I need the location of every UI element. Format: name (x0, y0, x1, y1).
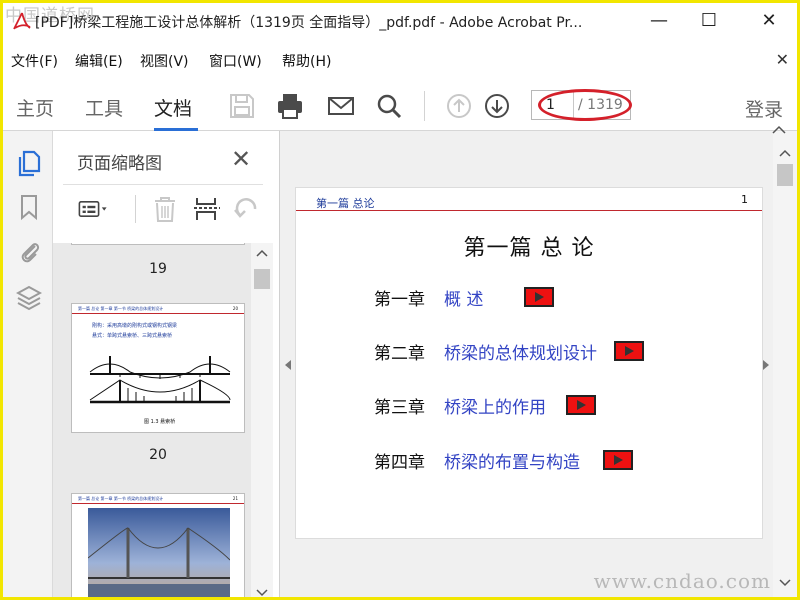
thumbnail-label-19: 19 (149, 261, 167, 277)
chapter-link[interactable]: 桥梁上的作用 (444, 393, 546, 418)
tab-home[interactable]: 主页 (16, 94, 54, 121)
maximize-button[interactable]: ☐ (689, 7, 729, 35)
menu-bar: 文件(F) 编辑(E) 视图(V) 窗口(W) 帮助(H) ✕ (3, 50, 797, 75)
thumbnail-label-20: 20 (149, 447, 167, 463)
chapter-play-button[interactable] (524, 287, 554, 307)
mail-icon[interactable] (326, 91, 356, 121)
thumb-21-number: 21 (232, 496, 238, 501)
document-scroll-thumb[interactable] (777, 164, 793, 186)
layers-icon[interactable] (16, 283, 42, 311)
highlight-ellipse (538, 89, 632, 121)
title-bar: 中国道桥网 [PDF]桥梁工程施工设计总体解析（1319页 全面指导）_pdf.… (3, 3, 797, 39)
save-icon[interactable] (227, 91, 257, 121)
collapse-left-panel-icon[interactable] (284, 359, 292, 371)
page-up-icon[interactable] (444, 91, 474, 121)
chapter-link[interactable]: 桥梁的布置与构造 (444, 448, 580, 473)
expand-right-panel-icon[interactable] (762, 359, 770, 371)
menu-window[interactable]: 窗口(W) (209, 51, 262, 71)
bridge-photo (88, 508, 230, 597)
chapter-number: 第二章 (374, 344, 425, 364)
thumbnail-options-icon[interactable] (77, 195, 109, 223)
extract-page-icon[interactable] (191, 195, 223, 223)
chapter-number: 第四章 (374, 453, 425, 473)
page-down-icon[interactable] (482, 91, 512, 121)
thumb-20-line2: 悬式：单跨式悬索桥、三跨式悬索桥 (92, 333, 173, 339)
attachment-icon[interactable] (16, 237, 42, 265)
app-window: 中国道桥网 [PDF]桥梁工程施工设计总体解析（1319页 全面指导）_pdf.… (0, 0, 800, 600)
toolbar-divider (424, 91, 425, 121)
close-button[interactable]: ✕ (749, 7, 789, 35)
part-title: 第一篇 总 论 (463, 236, 595, 261)
page-number: 1 (741, 193, 748, 206)
navigation-rail (3, 131, 53, 597)
chapter-play-button[interactable] (566, 395, 596, 415)
panel-tool-divider (135, 195, 136, 223)
toolbar-collapse-icon[interactable] (772, 125, 786, 135)
doc-scroll-down-icon[interactable] (779, 579, 791, 587)
thumbnail-scrollbar[interactable] (251, 243, 273, 597)
chapter-play-button[interactable] (614, 341, 644, 361)
bookmark-icon[interactable] (16, 193, 42, 221)
thumbnail-list[interactable]: 19 第一篇 总论 第一章 第一节 桥梁的总体规划设计 20 刚构：采用高墩的刚… (53, 243, 251, 597)
window-title: [PDF]桥梁工程施工设计总体解析（1319页 全面指导）_pdf.pdf - … (35, 15, 583, 31)
thumbnail-page-19[interactable] (71, 243, 245, 245)
chapter-link[interactable]: 概 述 (444, 285, 483, 310)
menu-help[interactable]: 帮助(H) (282, 51, 331, 71)
doc-scroll-up-icon[interactable] (779, 149, 791, 157)
tab-tools[interactable]: 工具 (85, 94, 123, 121)
toolbar: 主页 工具 文档 1 / 1319 登录 (3, 81, 797, 131)
menu-view[interactable]: 视图(V) (140, 51, 189, 71)
scroll-down-icon[interactable] (256, 589, 268, 597)
chapter-link[interactable]: 桥梁的总体规划设计 (444, 339, 597, 364)
bridge-diagram (89, 356, 231, 404)
menu-edit[interactable]: 编辑(E) (75, 51, 123, 71)
menu-file[interactable]: 文件(F) (11, 51, 58, 71)
thumbnail-page-20[interactable]: 第一篇 总论 第一章 第一节 桥梁的总体规划设计 20 刚构：采用高墩的刚构式或… (71, 303, 245, 433)
document-scrollbar[interactable] (773, 131, 797, 597)
thumb-20-header: 第一篇 总论 第一章 第一节 桥梁的总体规划设计 (78, 306, 164, 311)
panel-divider (63, 184, 263, 185)
chapter-play-button[interactable] (603, 450, 633, 470)
panel-title: 页面缩略图 (77, 154, 162, 174)
thumbnails-panel: 页面缩略图 ✕ 19 第一篇 总论 第一章 第一节 桥梁的总体规划设计 20 刚… (53, 131, 279, 597)
header-rule (296, 210, 762, 211)
rotate-page-icon[interactable] (231, 195, 263, 223)
document-close-icon[interactable]: ✕ (776, 50, 789, 69)
thumbnail-scroll-thumb[interactable] (254, 269, 270, 289)
pdf-page: 第一篇 总论 1 第一篇 总 论 第一章 概 述 第二章 桥梁的总体规划设计 第… (296, 188, 762, 538)
page-running-header: 第一篇 总论 (316, 197, 375, 210)
panel-close-icon[interactable]: ✕ (231, 145, 251, 173)
watermark-bottom: www.cndao.com (593, 569, 771, 593)
page-thumbnails-icon[interactable] (16, 149, 42, 177)
thumb-20-caption: 图 1.3 悬索桥 (144, 419, 176, 425)
thumb-20-line1: 刚构：采用高墩的刚构式或钢构式钢梁 (92, 323, 178, 329)
tab-document[interactable]: 文档 (154, 94, 192, 121)
scroll-up-icon[interactable] (256, 249, 268, 257)
chapter-number: 第一章 (374, 290, 425, 310)
delete-page-icon[interactable] (149, 195, 181, 223)
thumb-21-header: 第一篇 总论 第一章 第一节 桥梁的总体规划设计 (78, 496, 164, 501)
login-link[interactable]: 登录 (745, 95, 783, 122)
search-icon[interactable] (374, 91, 404, 121)
thumb-20-number: 20 (232, 306, 238, 311)
acrobat-logo-icon (13, 12, 31, 30)
document-view[interactable]: 第一篇 总论 1 第一篇 总 论 第一章 概 述 第二章 桥梁的总体规划设计 第… (279, 125, 797, 597)
chapter-number: 第三章 (374, 398, 425, 418)
print-icon[interactable] (275, 91, 305, 121)
thumbnail-page-21[interactable]: 第一篇 总论 第一章 第一节 桥梁的总体规划设计 21 (71, 493, 245, 597)
minimize-button[interactable]: — (639, 7, 679, 35)
